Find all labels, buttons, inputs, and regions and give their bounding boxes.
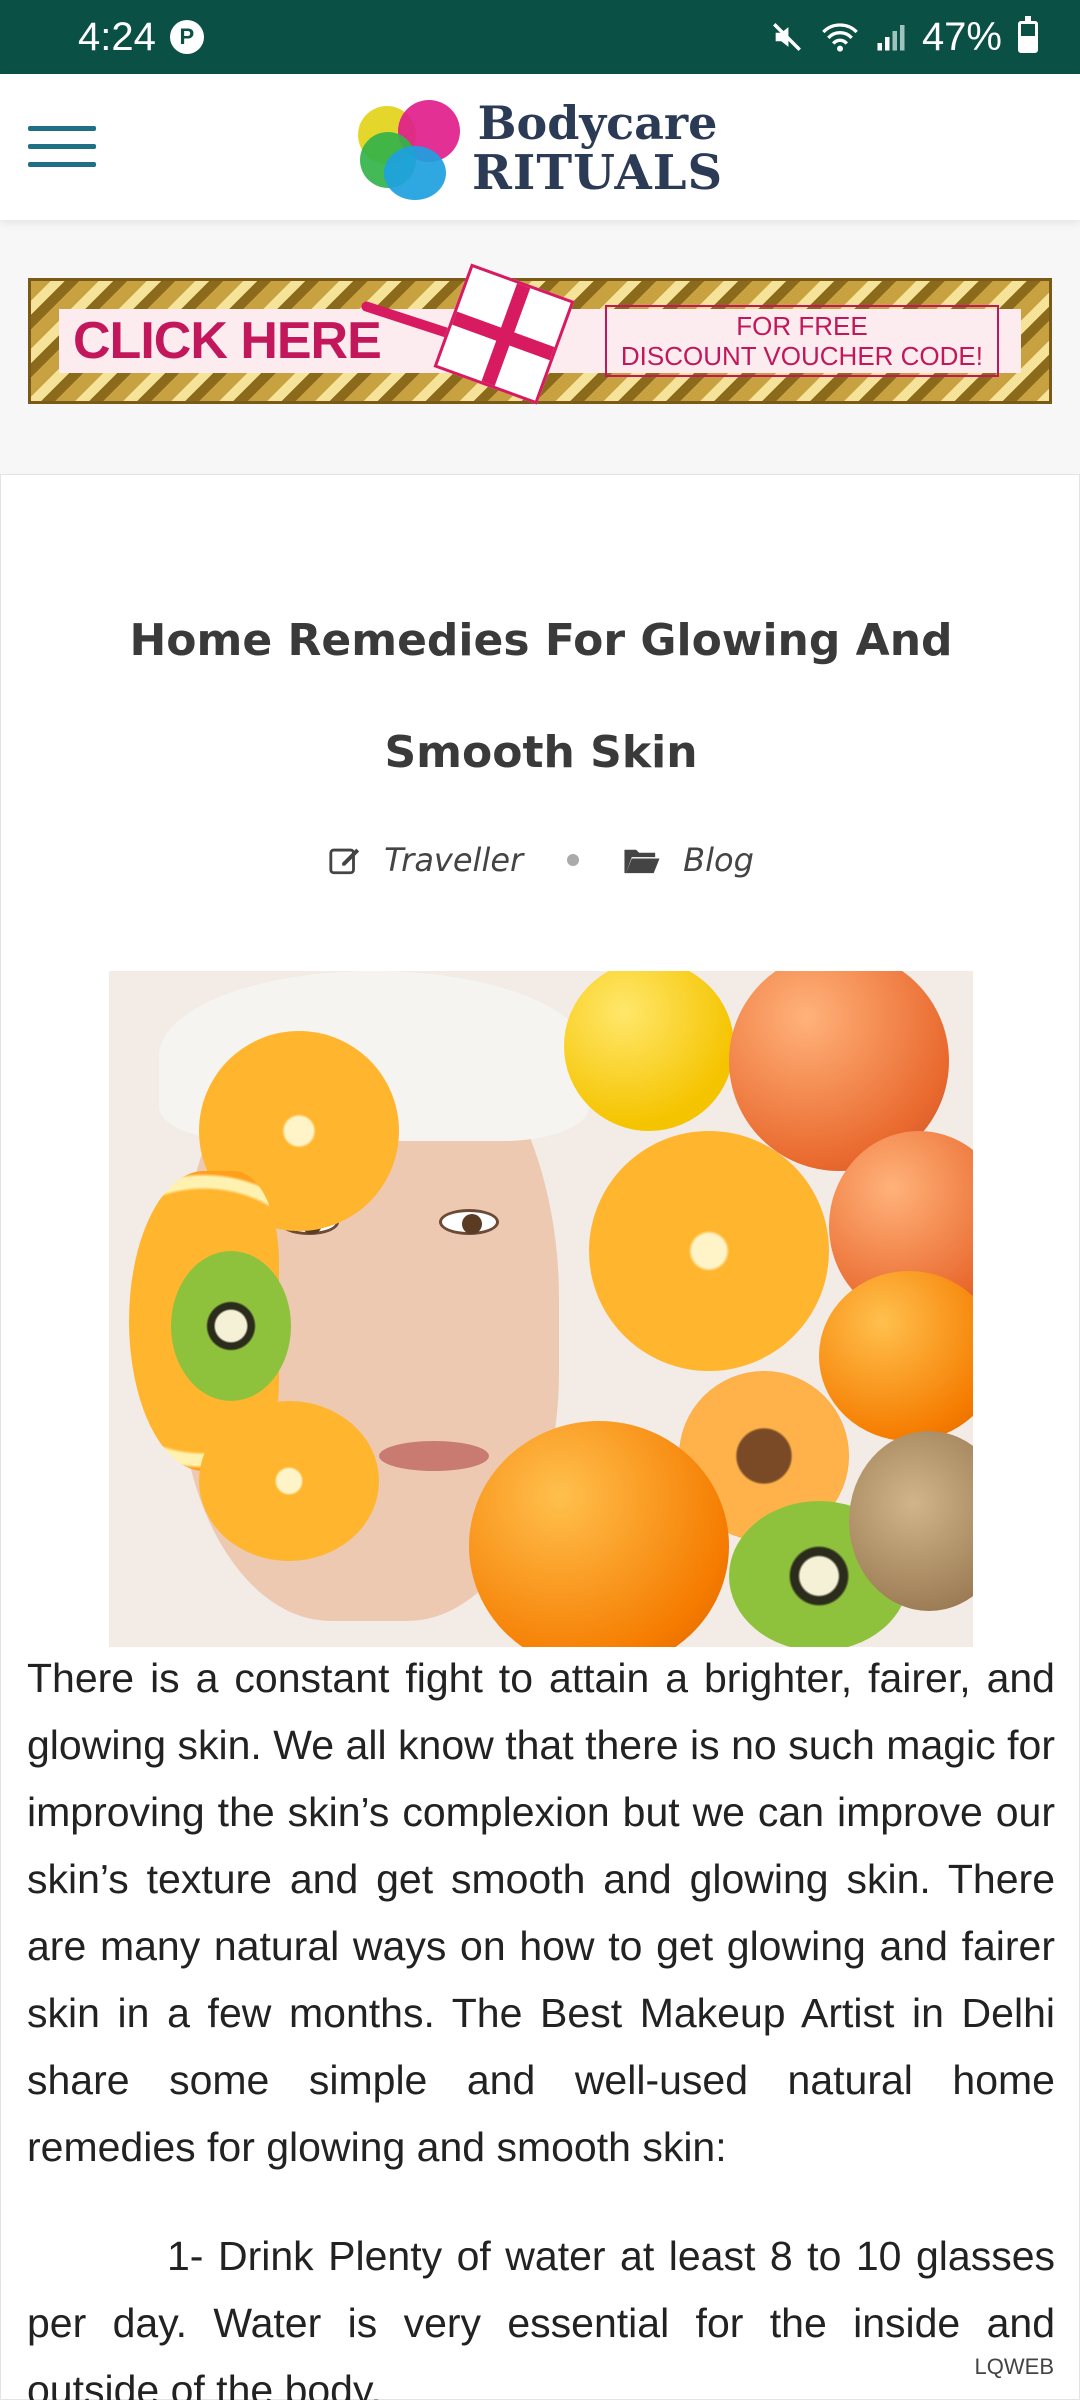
article-meta: Traveller Blog	[1, 841, 1080, 879]
paragraph: There is a constant fight to attain a br…	[27, 1655, 1055, 2170]
paragraph: 1- Drink Plenty of water at least 8 to 1…	[27, 2233, 1055, 2400]
discount-banner[interactable]: CLICK HERE FOR FREE DISCOUNT VOUCHER COD…	[28, 263, 1052, 405]
watermark: LQWEB	[974, 2354, 1054, 2379]
edit-icon	[329, 848, 360, 875]
status-bar: 4:24 P 47%	[0, 0, 1080, 74]
article-hero-image	[109, 971, 973, 1647]
article-title: Home Remedies For Glowing And Smooth Ski…	[129, 615, 953, 778]
notification-icon: P	[169, 20, 204, 54]
meta-separator	[567, 854, 580, 866]
logo-line2: RITUALS	[472, 145, 724, 201]
folder-icon	[624, 849, 660, 874]
article-body: There is a constant fight to attain a br…	[27, 1645, 1055, 2400]
article-card: Home Remedies For Glowing And Smooth Ski…	[0, 474, 1080, 2400]
site-header: Bodycare RITUALS	[0, 74, 1080, 220]
battery-icon	[1018, 16, 1038, 53]
banner-offer: FOR FREE DISCOUNT VOUCHER CODE!	[604, 305, 999, 377]
offer-line1: FOR FREE	[736, 311, 868, 341]
signal-icon	[877, 25, 905, 51]
mute-icon	[772, 23, 801, 51]
clock: 4:24	[78, 14, 156, 59]
logo-line1: Bodycare	[477, 96, 718, 150]
battery-percent: 47%	[921, 14, 1002, 59]
logo-mark-icon	[354, 96, 464, 200]
category-link[interactable]: Blog	[683, 841, 754, 879]
wifi-icon	[822, 23, 858, 52]
offer-line2: DISCOUNT VOUCHER CODE!	[620, 341, 983, 371]
banner-cta: CLICK HERE	[73, 312, 382, 370]
site-logo[interactable]: Bodycare RITUALS	[354, 96, 723, 200]
author-link[interactable]: Traveller	[384, 841, 523, 879]
menu-icon[interactable]	[28, 126, 96, 167]
gift-icon	[433, 263, 575, 405]
